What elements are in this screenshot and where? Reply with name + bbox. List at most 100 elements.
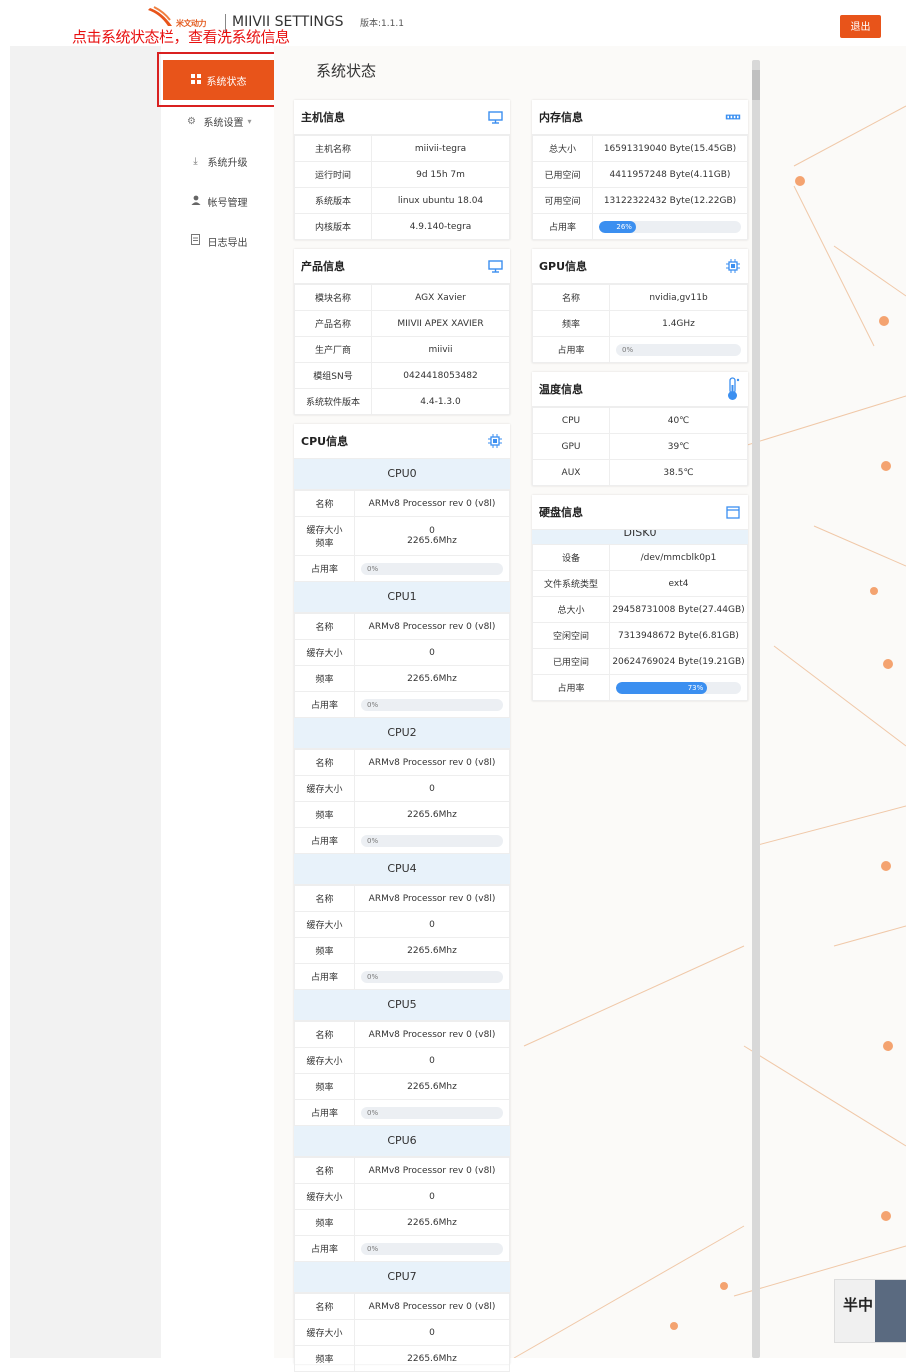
window-icon	[725, 505, 741, 519]
progress-label: 0%	[622, 345, 634, 354]
logo-swoosh-icon	[148, 6, 172, 26]
cpu-core-header: CPU1	[294, 582, 510, 613]
card-title: 硬盘信息	[539, 506, 583, 519]
row-value: MIIVII APEX XAVIER	[371, 310, 510, 337]
row-value: 0	[354, 1183, 510, 1210]
table-row: 运行时间 9d 15h 7m	[294, 161, 510, 188]
cpu-core-table: 名称 ARMv8 Processor rev 0 (v8l) 缓存大小 0 频率 2265…	[294, 1021, 510, 1126]
table-row: 总大小 16591319040 Byte(15.45GB)	[532, 135, 748, 162]
row-key: 占用率	[294, 1235, 355, 1262]
disk-header: DISK0	[532, 530, 748, 544]
row-value: 0%	[354, 691, 510, 718]
row-key: 占用率	[294, 963, 355, 990]
table-row: 系统版本 linux ubuntu 18.04	[294, 187, 510, 214]
row-key: AUX	[532, 459, 610, 486]
cpu-info-card: CPU信息 CPU0 名称 ARMv8 Processor rev 0 (v8l) 缓…	[294, 424, 510, 1372]
scrollbar-thumb[interactable]	[752, 70, 760, 100]
cache-label: 缓存大小	[306, 526, 343, 536]
row-key: 产品名称	[294, 310, 372, 337]
sidebar-item-label: 日志导出	[207, 237, 248, 249]
table-row: 主机名称 miivii-tegra	[294, 135, 510, 162]
table-row: 生产厂商 miivii	[294, 336, 510, 363]
card-title: GPU信息	[539, 260, 588, 273]
ime-widget[interactable]: 半中	[834, 1279, 906, 1343]
row-value: 4.9.140-tegra	[371, 213, 510, 240]
row-key: 缓存大小	[294, 1319, 355, 1346]
table-row: 占用率 0%	[532, 336, 748, 363]
disk-info-card: 硬盘信息 DISK0 设备/dev/mmcblk0p1 文件系统类型 ext4 总…	[532, 495, 748, 701]
row-key: 频率	[294, 1073, 355, 1100]
table-row: 频率 2265.6Mhz	[294, 801, 510, 828]
row-value: 2265.6Mhz	[354, 801, 510, 828]
row-value: ARMv8 Processor rev 0 (v8l)	[354, 749, 510, 776]
row-key: 生产厂商	[294, 336, 372, 363]
row-key: 可用空间	[532, 187, 593, 214]
row-key: 缓存大小 频率	[294, 516, 355, 556]
row-value: 0%	[354, 963, 510, 990]
table-row: 频率 2265.6Mhz	[294, 1345, 510, 1372]
progress-label: 0%	[367, 1244, 379, 1253]
sidebar-item-system-settings[interactable]: ⚙ 系统设置 ▾	[163, 106, 274, 136]
table-row: 模块名称 AGX Xavier	[294, 284, 510, 311]
freq-value: 2265.6Mhz	[407, 536, 457, 546]
table-row: 占用率 0%	[294, 691, 510, 718]
table-row: 名称 ARMv8 Processor rev 0 (v8l)	[294, 749, 510, 776]
row-value: 2265.6Mhz	[354, 1073, 510, 1100]
row-key: 名称	[294, 613, 355, 640]
row-value: 2265.6Mhz	[354, 1209, 510, 1236]
card-title: 主机信息	[301, 111, 345, 124]
memory-stick-icon	[725, 110, 741, 124]
row-key: 模组SN号	[294, 362, 372, 389]
table-row: 占用率 0%	[294, 1235, 510, 1262]
row-key: 缓存大小	[294, 1047, 355, 1074]
cpu-core-list: CPU0 名称 ARMv8 Processor rev 0 (v8l) 缓存大小 频率 0…	[294, 459, 510, 1372]
row-value: 4.4-1.3.0	[371, 388, 510, 415]
table-row: 总大小 29458731008 Byte(27.44GB)	[532, 596, 748, 623]
memory-info-card: 内存信息 总大小 16591319040 Byte(15.45GB) 已用空间 44…	[532, 100, 748, 240]
row-key: 占用率	[294, 691, 355, 718]
row-key: 频率	[294, 665, 355, 692]
table-row: 名称 ARMv8 Processor rev 0 (v8l)	[294, 885, 510, 912]
temperature-info-table: CPU 40℃ GPU 39℃ AUX 38.5℃	[532, 407, 748, 486]
cpu-core-header: CPU6	[294, 1126, 510, 1157]
table-row: AUX 38.5℃	[532, 459, 748, 486]
cpu-usage-bar: 0%	[361, 1242, 503, 1255]
card-header: 内存信息	[532, 100, 748, 135]
row-key: 名称	[294, 490, 355, 517]
cpu-usage-bar: 0%	[361, 562, 503, 575]
row-value: 20624769024 Byte(19.21GB)	[609, 648, 748, 675]
row-value: 7313948672 Byte(6.81GB)	[609, 622, 748, 649]
cpu-usage-bar: 0%	[361, 698, 503, 711]
sidebar-item-system-upgrade[interactable]: ⤓ 系统升级	[163, 146, 274, 176]
sidebar-item-log-export[interactable]: 日志导出	[163, 226, 274, 256]
sidebar-item-account[interactable]: 帐号管理	[163, 186, 274, 216]
cpu-core-table: 名称 ARMv8 Processor rev 0 (v8l) 缓存大小 0 频率 2265…	[294, 749, 510, 854]
table-row: 文件系统类型 ext4	[532, 570, 748, 597]
download-icon: ⤓	[193, 155, 198, 167]
table-row: 占用率 26%	[532, 213, 748, 240]
page-title: 系统状态	[316, 62, 377, 80]
row-key: 名称	[294, 1021, 355, 1048]
cpu-core-header: CPU2	[294, 718, 510, 749]
logout-button[interactable]: 退出	[840, 15, 881, 38]
vertical-scrollbar[interactable]	[752, 60, 760, 1358]
table-row: 占用率 73%	[532, 674, 748, 701]
table-row: 缓存大小 0	[294, 639, 510, 666]
row-key: 占用率	[294, 827, 355, 854]
progress-label: 73%	[687, 683, 704, 692]
cache-value: 0	[429, 526, 435, 536]
row-key: 名称	[532, 284, 610, 311]
row-value: miivii	[371, 336, 510, 363]
row-key: 总大小	[532, 135, 593, 162]
disk-info-table: 设备/dev/mmcblk0p1 文件系统类型 ext4 总大小 294587310…	[532, 544, 748, 701]
table-row: 频率 2265.6Mhz	[294, 1209, 510, 1236]
row-key: 缓存大小	[294, 639, 355, 666]
row-value: 29458731008 Byte(27.44GB)	[609, 596, 748, 623]
row-value: 0	[354, 1047, 510, 1074]
progress-label: 0%	[367, 564, 379, 573]
row-key: 空闲空间	[532, 622, 610, 649]
table-row: 占用率 0%	[294, 963, 510, 990]
table-row: 产品名称 MIIVII APEX XAVIER	[294, 310, 510, 337]
table-row: 频率 2265.6Mhz	[294, 1073, 510, 1100]
table-row: 缓存大小 频率 0 2265.6Mhz	[294, 516, 510, 556]
